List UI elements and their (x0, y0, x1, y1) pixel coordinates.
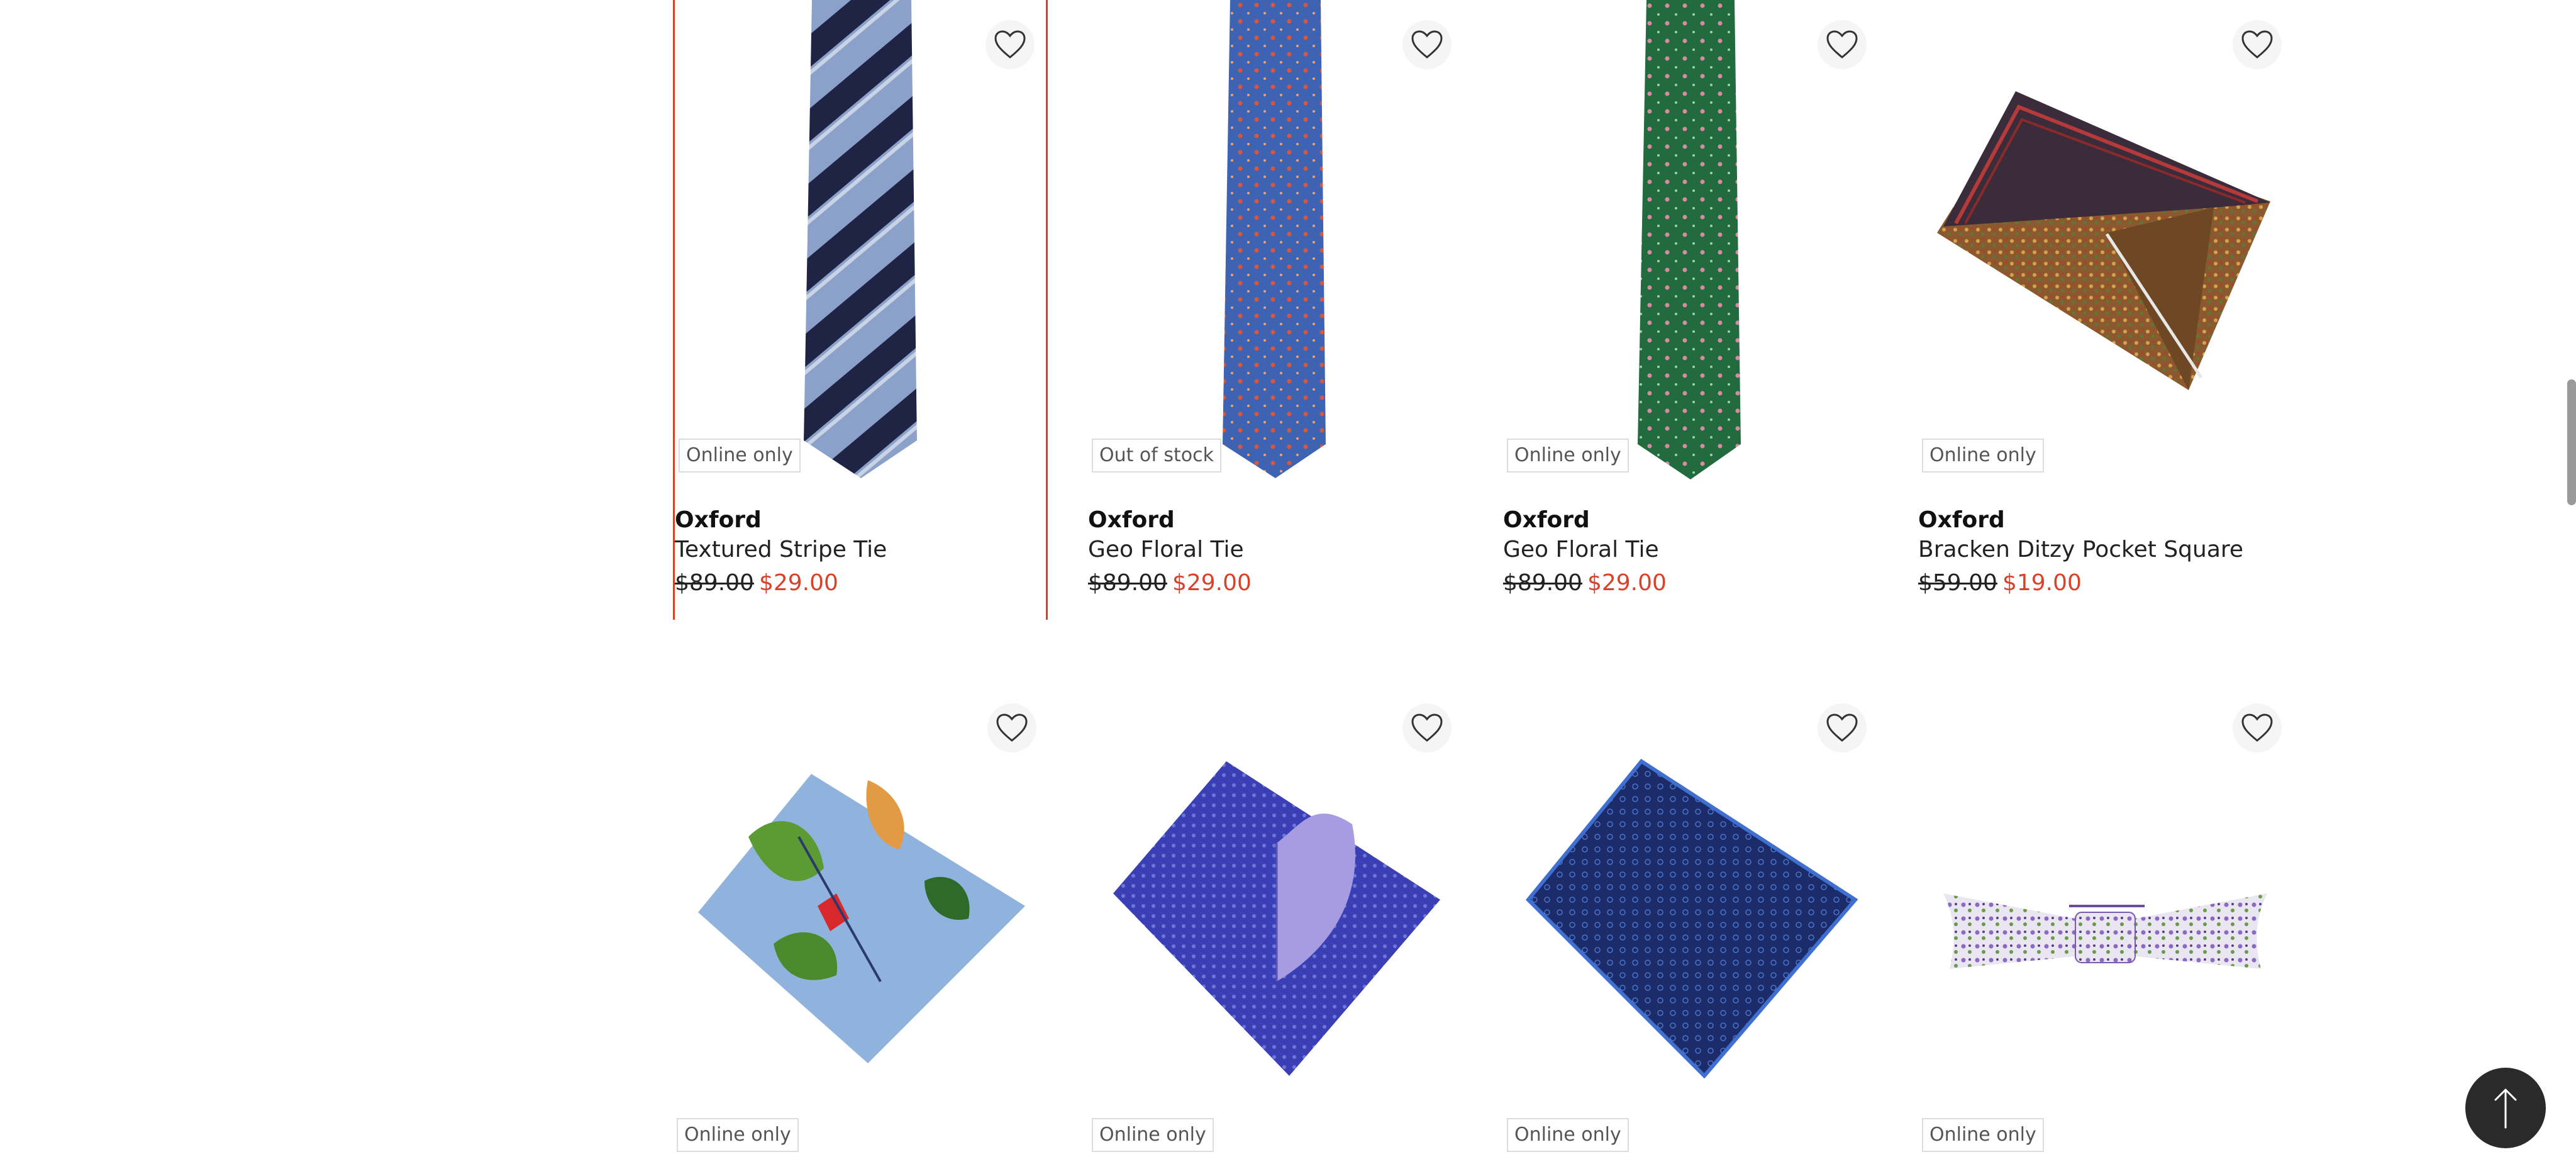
product-image[interactable] (1918, 0, 2293, 484)
product-name[interactable]: Textured Stripe Tie (675, 537, 887, 562)
product-card[interactable]: Online only Oxford Bracken Ditzy Pocket … (1918, 0, 2293, 620)
heart-icon (1826, 30, 1858, 59)
wishlist-button[interactable] (1818, 703, 1867, 752)
availability-badge: Out of stock (1092, 439, 1221, 473)
heart-icon (1826, 713, 1858, 742)
navy-geo-pocket-square-image (1525, 759, 1858, 1079)
tropical-pocket-square-image (698, 774, 1025, 1063)
original-price: $89.00 (675, 570, 754, 596)
product-card[interactable]: Online only Oxford Geo Floral Tie $89.00… (1503, 0, 1878, 620)
product-brand[interactable]: Oxford (675, 507, 762, 533)
product-listing-page: Online only Oxford Textured Stripe Tie $… (0, 0, 2576, 1169)
sale-price: $29.00 (1172, 570, 1252, 596)
wishlist-button[interactable] (2233, 20, 2282, 69)
product-card[interactable]: Online only (673, 680, 1048, 1169)
product-brand[interactable]: Oxford (1503, 507, 1590, 533)
green-floral-tie-image (1638, 0, 1741, 479)
back-to-top-button[interactable] (2465, 1068, 2546, 1148)
sale-price: $29.00 (1587, 570, 1667, 596)
price-row: $89.00 $29.00 (1503, 570, 1667, 596)
ditzy-pocket-square-image (1937, 91, 2270, 390)
wishlist-button[interactable] (1818, 20, 1867, 69)
product-image[interactable] (1088, 0, 1463, 484)
heart-icon (1411, 30, 1443, 59)
product-image[interactable] (675, 0, 1050, 484)
original-price: $59.00 (1918, 570, 1997, 596)
product-brand[interactable]: Oxford (1918, 507, 2005, 533)
heart-icon (1411, 713, 1443, 742)
blue-floral-tie-image (1223, 0, 1326, 478)
product-name[interactable]: Geo Floral Tie (1503, 537, 1659, 562)
wishlist-button[interactable] (985, 20, 1035, 69)
arrow-up-icon (2494, 1088, 2517, 1129)
availability-badge: Online only (1922, 439, 2044, 473)
sale-price: $19.00 (2002, 570, 2082, 596)
product-brand[interactable]: Oxford (1088, 507, 1175, 533)
product-card[interactable]: Out of stock Oxford Geo Floral Tie $89.0… (1088, 0, 1463, 620)
product-image[interactable] (673, 680, 1048, 1164)
sale-price: $29.00 (758, 570, 838, 596)
product-card[interactable]: Online only Oxford Textured Stripe Tie $… (673, 0, 1048, 620)
availability-badge: Online only (1507, 1118, 1629, 1152)
heart-icon (994, 30, 1026, 59)
price-row: $59.00 $19.00 (1918, 570, 2082, 596)
stripe-tie-image (804, 0, 917, 478)
blue-purple-pocket-square-image (1113, 761, 1440, 1076)
availability-badge: Online only (1092, 1118, 1214, 1152)
price-row: $89.00 $29.00 (1088, 570, 1252, 596)
wishlist-button[interactable] (1402, 703, 1452, 752)
heart-icon (2241, 713, 2273, 742)
product-name[interactable]: Bracken Ditzy Pocket Square (1918, 537, 2243, 562)
product-name[interactable]: Geo Floral Tie (1088, 537, 1244, 562)
original-price: $89.00 (1503, 570, 1582, 596)
heart-icon (2241, 30, 2273, 59)
heart-icon (996, 713, 1028, 742)
availability-badge: Online only (1922, 1118, 2044, 1152)
availability-badge: Online only (1507, 439, 1629, 473)
floral-bow-tie-image (1943, 893, 2267, 969)
product-card[interactable]: Online only (1918, 680, 2293, 1169)
wishlist-button[interactable] (1402, 20, 1452, 69)
wishlist-button[interactable] (987, 703, 1036, 752)
page-scrollbar-thumb[interactable] (2567, 379, 2576, 505)
product-image[interactable] (1503, 0, 1878, 484)
availability-badge: Online only (679, 439, 801, 473)
price-row: $89.00 $29.00 (675, 570, 838, 596)
wishlist-button[interactable] (2233, 703, 2282, 752)
product-card[interactable]: Online only (1503, 680, 1878, 1169)
original-price: $89.00 (1088, 570, 1167, 596)
product-image[interactable] (1918, 680, 2293, 1164)
product-card[interactable]: Online only (1088, 680, 1463, 1169)
availability-badge: Online only (677, 1118, 799, 1152)
product-image[interactable] (1503, 680, 1878, 1164)
product-image[interactable] (1088, 680, 1463, 1164)
